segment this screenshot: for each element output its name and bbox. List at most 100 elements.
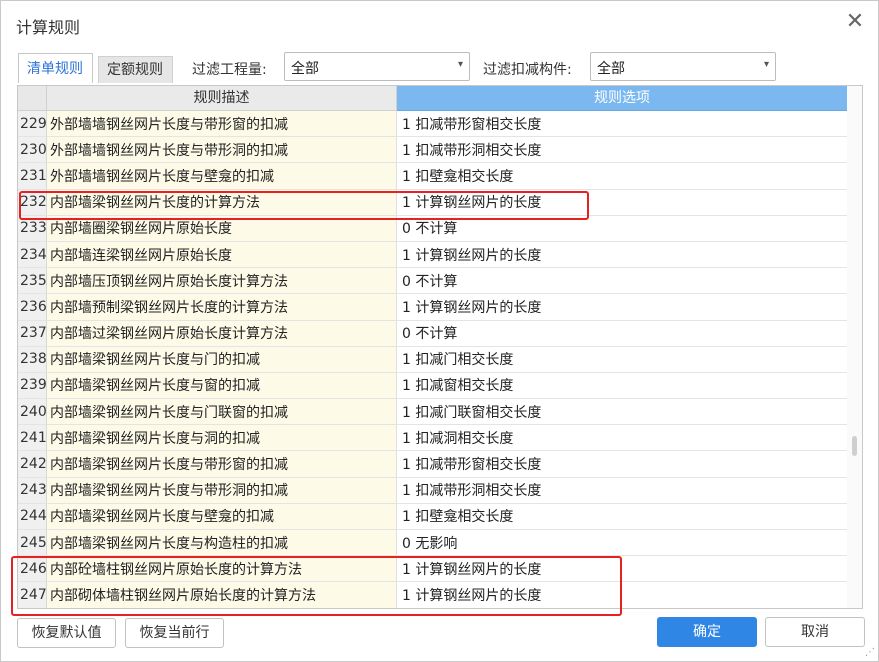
- row-index: 244: [18, 503, 47, 529]
- rule-desc-cell: 外部墙墙钢丝网片长度与带形窗的扣减: [47, 111, 397, 137]
- table-row[interactable]: 247 内部砌体墙柱钢丝网片原始长度的计算方法 1 计算钢丝网片的长度: [18, 582, 847, 608]
- rule-option-cell[interactable]: 1 计算钢丝网片的长度: [397, 582, 847, 608]
- filter-quantity-select[interactable]: 全部 ▾: [284, 52, 470, 81]
- rule-desc-cell: 内部墙梁钢丝网片长度与壁龛的扣减: [47, 503, 397, 529]
- header-rule-desc: 规则描述: [47, 86, 397, 111]
- rule-option-cell[interactable]: 1 扣减门相交长度: [397, 346, 847, 372]
- table-row[interactable]: 230 外部墙墙钢丝网片长度与带形洞的扣减 1 扣减带形洞相交长度: [18, 137, 847, 164]
- rule-option-cell[interactable]: 1 扣减带形洞相交长度: [397, 477, 847, 503]
- rule-option-cell[interactable]: 1 扣减带形窗相交长度: [397, 111, 847, 137]
- rule-option-cell[interactable]: 1 扣减洞相交长度: [397, 425, 847, 451]
- table-body: 229 外部墙墙钢丝网片长度与带形窗的扣减 1 扣减带形窗相交长度 230 外部墙墙钢丝…: [18, 111, 847, 608]
- row-index: 231: [18, 163, 47, 189]
- rule-option-cell[interactable]: 1 扣减窗相交长度: [397, 372, 847, 399]
- rule-desc-cell: 内部墙过梁钢丝网片原始长度计算方法: [47, 320, 397, 346]
- filter-component-value: 全部: [597, 61, 625, 77]
- table-row[interactable]: 232 内部墙梁钢丝网片长度的计算方法 1 计算钢丝网片的长度: [18, 189, 847, 216]
- rule-desc-cell: 内部墙梁钢丝网片长度与门的扣减: [47, 346, 397, 372]
- resize-grip-icon[interactable]: ⋰: [865, 647, 875, 658]
- rule-desc-cell: 内部墙预制梁钢丝网片长度的计算方法: [47, 294, 397, 320]
- rules-table: 规则描述 规则选项 229 外部墙墙钢丝网片长度与带形窗的扣减 1 扣减带形窗相交长…: [17, 85, 863, 609]
- row-index: 240: [18, 399, 47, 425]
- rule-desc-cell: 内部墙梁钢丝网片长度与带形洞的扣减: [47, 477, 397, 503]
- row-index: 246: [18, 556, 47, 582]
- row-index: 229: [18, 111, 47, 137]
- rule-desc-cell: 外部墙墙钢丝网片长度与壁龛的扣减: [47, 163, 397, 189]
- rule-desc-cell: 内部墙连梁钢丝网片原始长度: [47, 241, 397, 268]
- table-row[interactable]: 239 内部墙梁钢丝网片长度与窗的扣减 1 扣减窗相交长度: [18, 372, 847, 400]
- restore-default-button[interactable]: 恢复默认值: [17, 618, 116, 648]
- rule-desc-cell: 内部墙圈梁钢丝网片原始长度: [47, 215, 397, 241]
- tab-quota-rules[interactable]: 定额规则: [98, 56, 173, 83]
- tab-bill-rules[interactable]: 清单规则: [18, 53, 93, 83]
- restore-current-row-button[interactable]: 恢复当前行: [125, 618, 224, 648]
- table-row[interactable]: 233 内部墙圈梁钢丝网片原始长度 0 不计算: [18, 215, 847, 242]
- row-index: 245: [18, 530, 47, 556]
- scrollbar-thumb[interactable]: [852, 436, 857, 456]
- row-index: 237: [18, 320, 47, 346]
- row-index: 230: [18, 137, 47, 163]
- row-index: 239: [18, 372, 47, 399]
- table-row[interactable]: 240 内部墙梁钢丝网片长度与门联窗的扣减 1 扣减门联窗相交长度: [18, 399, 847, 426]
- table-row[interactable]: 242 内部墙梁钢丝网片长度与带形窗的扣减 1 扣减带形窗相交长度: [18, 451, 847, 478]
- rule-desc-cell: 外部墙墙钢丝网片长度与带形洞的扣减: [47, 137, 397, 163]
- table-row[interactable]: 237 内部墙过梁钢丝网片原始长度计算方法 0 不计算: [18, 320, 847, 347]
- rule-desc-cell: 内部墙梁钢丝网片长度与构造柱的扣减: [47, 530, 397, 556]
- rule-option-cell[interactable]: 0 不计算: [397, 268, 847, 294]
- filter-component-label: 过滤扣减构件:: [483, 62, 572, 78]
- row-index: 242: [18, 451, 47, 477]
- table-row[interactable]: 236 内部墙预制梁钢丝网片长度的计算方法 1 计算钢丝网片的长度: [18, 294, 847, 321]
- table-row[interactable]: 241 内部墙梁钢丝网片长度与洞的扣减 1 扣减洞相交长度: [18, 425, 847, 452]
- filter-quantity-label: 过滤工程量:: [192, 62, 267, 78]
- row-index: 233: [18, 215, 47, 241]
- rule-option-cell[interactable]: 1 计算钢丝网片的长度: [397, 241, 847, 268]
- close-icon[interactable]: ✕: [844, 11, 866, 33]
- vertical-scrollbar[interactable]: [847, 86, 862, 608]
- row-index: 235: [18, 268, 47, 294]
- rule-desc-cell: 内部墙梁钢丝网片长度与带形窗的扣减: [47, 451, 397, 477]
- row-index: 236: [18, 294, 47, 320]
- row-index: 243: [18, 477, 47, 503]
- chevron-down-icon: ▾: [457, 59, 463, 70]
- filter-component-select[interactable]: 全部 ▾: [590, 52, 776, 81]
- calc-rules-dialog: 计算规则 ✕ 清单规则 定额规则 过滤工程量: 全部 ▾ 过滤扣减构件: 全部 …: [0, 0, 879, 662]
- filter-quantity-value: 全部: [291, 61, 319, 77]
- table-row[interactable]: 245 内部墙梁钢丝网片长度与构造柱的扣减 0 无影响: [18, 530, 847, 557]
- rule-desc-cell: 内部砼墙柱钢丝网片原始长度的计算方法: [47, 556, 397, 582]
- header-rule-option: 规则选项: [397, 86, 847, 111]
- rule-option-cell[interactable]: 1 扣减门联窗相交长度: [397, 399, 847, 425]
- rule-option-cell[interactable]: 1 计算钢丝网片的长度: [397, 294, 847, 320]
- chevron-down-icon: ▾: [763, 59, 769, 70]
- rule-option-cell[interactable]: 0 不计算: [397, 320, 847, 346]
- rule-option-cell[interactable]: 0 不计算: [397, 215, 847, 241]
- ok-button[interactable]: 确定: [657, 617, 757, 647]
- rule-desc-cell: 内部墙梁钢丝网片长度与窗的扣减: [47, 372, 397, 399]
- rule-option-cell[interactable]: 1 扣减带形窗相交长度: [397, 451, 847, 477]
- rule-option-cell[interactable]: 1 计算钢丝网片的长度: [397, 556, 847, 582]
- header-index: [18, 86, 47, 111]
- dialog-title: 计算规则: [16, 18, 81, 37]
- rule-option-cell[interactable]: 1 扣壁龛相交长度: [397, 163, 847, 189]
- table-row[interactable]: 238 内部墙梁钢丝网片长度与门的扣减 1 扣减门相交长度: [18, 346, 847, 373]
- table-row[interactable]: 243 内部墙梁钢丝网片长度与带形洞的扣减 1 扣减带形洞相交长度: [18, 477, 847, 504]
- row-index: 238: [18, 346, 47, 372]
- rule-desc-cell: 内部墙梁钢丝网片长度的计算方法: [47, 189, 397, 215]
- rule-option-cell[interactable]: 0 无影响: [397, 530, 847, 556]
- rule-desc-cell: 内部墙梁钢丝网片长度与门联窗的扣减: [47, 399, 397, 425]
- rule-desc-cell: 内部墙压顶钢丝网片原始长度计算方法: [47, 268, 397, 294]
- row-index: 241: [18, 425, 47, 451]
- table-row[interactable]: 235 内部墙压顶钢丝网片原始长度计算方法 0 不计算: [18, 268, 847, 295]
- table-row[interactable]: 234 内部墙连梁钢丝网片原始长度 1 计算钢丝网片的长度: [18, 241, 847, 269]
- table-row[interactable]: 246 内部砼墙柱钢丝网片原始长度的计算方法 1 计算钢丝网片的长度: [18, 556, 847, 583]
- row-index: 232: [18, 189, 47, 215]
- rule-desc-cell: 内部砌体墙柱钢丝网片原始长度的计算方法: [47, 582, 397, 608]
- row-index: 234: [18, 241, 47, 268]
- rule-option-cell[interactable]: 1 计算钢丝网片的长度: [397, 189, 847, 215]
- cancel-button[interactable]: 取消: [765, 617, 865, 647]
- rule-option-cell[interactable]: 1 扣减带形洞相交长度: [397, 137, 847, 163]
- title-bar: 计算规则 ✕: [1, 1, 878, 45]
- table-row[interactable]: 229 外部墙墙钢丝网片长度与带形窗的扣减 1 扣减带形窗相交长度: [18, 111, 847, 138]
- rule-option-cell[interactable]: 1 扣壁龛相交长度: [397, 503, 847, 529]
- table-row[interactable]: 244 内部墙梁钢丝网片长度与壁龛的扣减 1 扣壁龛相交长度: [18, 503, 847, 530]
- table-row[interactable]: 231 外部墙墙钢丝网片长度与壁龛的扣减 1 扣壁龛相交长度: [18, 163, 847, 190]
